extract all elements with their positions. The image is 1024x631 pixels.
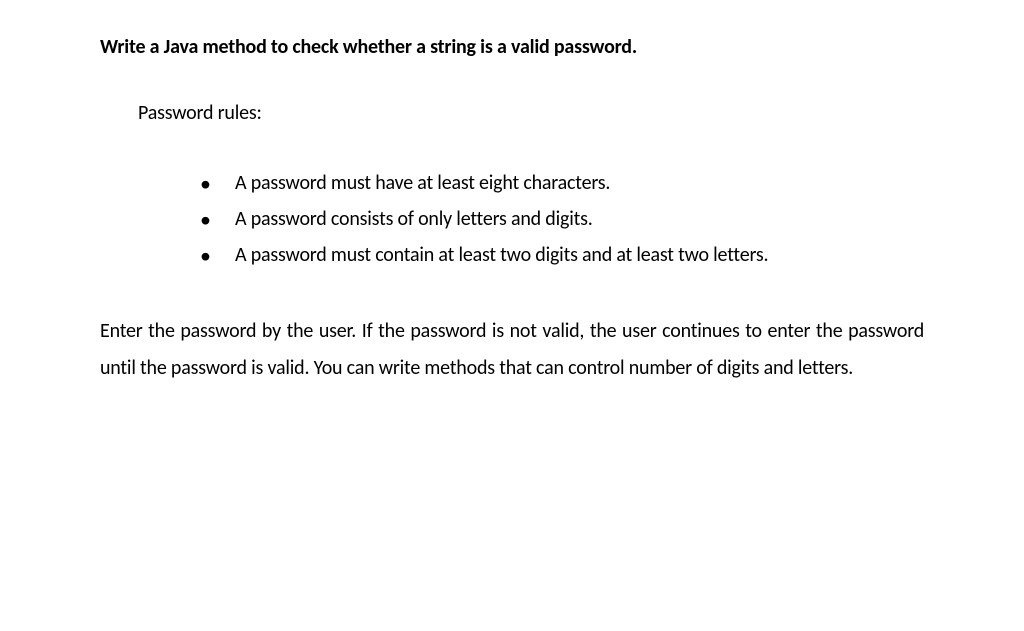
list-item: A password must contain at least two dig… xyxy=(200,239,924,271)
rules-subheading: Password rules: xyxy=(138,101,924,125)
instruction-paragraph: Enter the password by the user. If the p… xyxy=(100,313,924,387)
list-item: A password consists of only letters and … xyxy=(200,203,924,235)
exercise-heading: Write a Java method to check whether a s… xyxy=(100,35,924,59)
list-item: A password must have at least eight char… xyxy=(200,167,924,199)
password-rules-list: A password must have at least eight char… xyxy=(200,167,924,271)
